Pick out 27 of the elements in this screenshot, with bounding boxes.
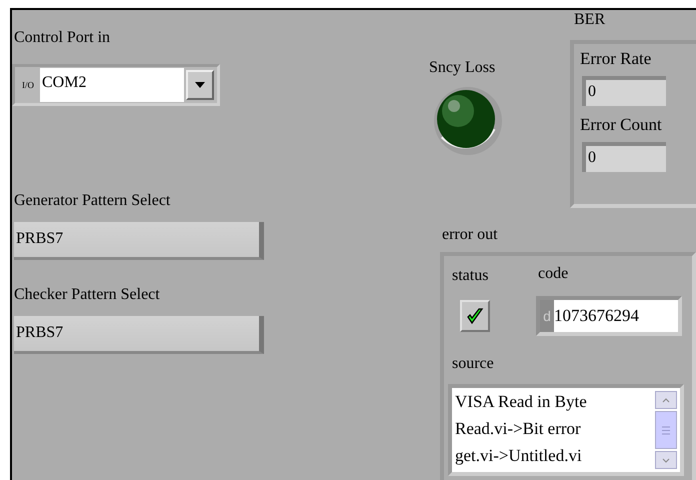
radix-prefix: d: [540, 300, 554, 332]
port-value: COM2: [40, 68, 184, 102]
code-label: code: [538, 264, 568, 284]
pattern-select[interactable]: PRBS7: [14, 222, 264, 260]
io-prefix: I/O: [21, 80, 35, 90]
field-label: Error Rate: [580, 48, 652, 70]
control-label: Generator Pattern Select: [14, 191, 172, 211]
numeric-indicator: 0: [582, 76, 666, 106]
field-label: Error Count: [580, 114, 663, 136]
pattern-select[interactable]: PRBS7: [14, 316, 264, 354]
port-dropdown[interactable]: I/O COM2: [12, 64, 220, 106]
scroll-down-icon[interactable]: [655, 451, 677, 469]
status-label: status: [452, 266, 488, 286]
cluster-label: error out: [442, 225, 498, 245]
scroll-thumb[interactable]: [655, 411, 677, 449]
source-text: VISA Read in Byte: [455, 391, 588, 413]
source-label: source: [452, 354, 494, 374]
control-label: Checker Pattern Select: [14, 285, 161, 305]
cluster-label: BER: [574, 10, 606, 30]
control-label: Control Port in: [14, 28, 110, 48]
code-value: 1073676294: [554, 300, 678, 332]
source-text: get.vi->Untitled.vi: [455, 445, 583, 467]
check-icon: [466, 307, 484, 325]
source-text: Read.vi->Bit error: [455, 418, 582, 440]
scroll-up-icon[interactable]: [655, 391, 677, 409]
numeric-indicator: 0: [582, 142, 666, 172]
indicator-label: Sncy Loss: [429, 58, 496, 78]
